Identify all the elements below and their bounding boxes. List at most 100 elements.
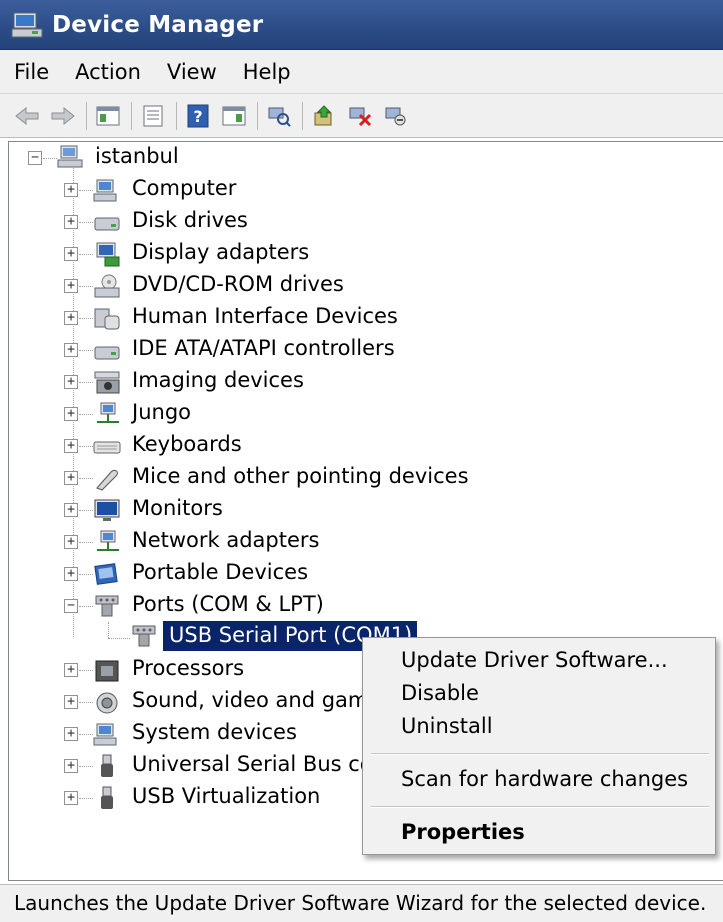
processor-icon (93, 658, 121, 684)
menu-separator (371, 806, 709, 808)
tree-item-dvd-cd-rom-drives[interactable]: DVD/CD-ROM drives (132, 272, 344, 296)
expand-toggle[interactable]: + (64, 215, 78, 229)
tree-line (79, 222, 93, 223)
update-driver-icon[interactable] (309, 101, 339, 131)
expand-toggle[interactable]: + (64, 439, 78, 453)
expand-toggle[interactable]: + (64, 343, 78, 357)
show-hide-console-tree-icon[interactable] (93, 101, 123, 131)
tree-item-sound-video-and-game[interactable]: Sound, video and game (132, 688, 381, 712)
status-text: Launches the Update Driver Software Wiza… (14, 891, 707, 915)
title-bar[interactable]: Device Manager (0, 0, 723, 50)
tree-item-ide-ata-atapi-controllers[interactable]: IDE ATA/ATAPI controllers (132, 336, 395, 360)
tree-item-computer[interactable]: Computer (132, 176, 236, 200)
expand-toggle[interactable]: + (64, 535, 78, 549)
help-icon[interactable]: ? (183, 101, 213, 131)
context-menu: Update Driver Software... Disable Uninst… (362, 637, 716, 855)
tree-line (79, 542, 93, 543)
toolbar-separator (302, 101, 303, 130)
port-icon (130, 624, 158, 650)
tree-item-keyboards[interactable]: Keyboards (132, 432, 242, 456)
tree-line (79, 446, 93, 447)
mouse-icon (93, 466, 121, 492)
tree-item-network-adapters[interactable]: Network adapters (132, 528, 319, 552)
tree-line (79, 286, 93, 287)
toolbar-separator (131, 101, 132, 130)
tree-line (79, 510, 93, 511)
monitor-icon (93, 498, 121, 524)
tree-item-imaging-devices[interactable]: Imaging devices (132, 368, 304, 392)
tree-item-system-devices[interactable]: System devices (132, 720, 297, 744)
collapse-toggle[interactable]: − (28, 151, 42, 165)
tree-item-universal-serial-bus-cont[interactable]: Universal Serial Bus cont (132, 752, 394, 776)
usb-icon (93, 754, 121, 780)
tree-line (79, 574, 93, 575)
tree-item-jungo[interactable]: Jungo (132, 400, 191, 424)
tree-line (79, 606, 93, 607)
properties-icon[interactable] (138, 101, 168, 131)
menu-item-properties[interactable]: Properties (401, 820, 525, 844)
menu-item-uninstall[interactable]: Uninstall (401, 714, 493, 738)
dvd-drive-icon (93, 274, 121, 300)
toolbar-separator (86, 101, 87, 130)
scan-hardware-icon[interactable] (264, 101, 294, 131)
tree-line (79, 798, 93, 799)
sound-icon (93, 690, 121, 716)
tree-item-processors[interactable]: Processors (132, 656, 244, 680)
expand-toggle[interactable]: + (64, 759, 78, 773)
toolbar-separator (176, 101, 177, 130)
tree-item-usb-virtualization[interactable]: USB Virtualization (132, 784, 320, 808)
tree-line (79, 766, 93, 767)
camera-icon (93, 370, 121, 396)
expand-toggle[interactable]: + (64, 695, 78, 709)
status-bar: Launches the Update Driver Software Wiza… (0, 884, 723, 922)
expand-toggle[interactable]: + (64, 567, 78, 581)
show-action-pane-icon[interactable] (219, 101, 249, 131)
expand-toggle[interactable]: + (64, 375, 78, 389)
tree-root-label[interactable]: istanbul (95, 144, 179, 168)
back-icon[interactable] (12, 101, 42, 131)
network-icon (93, 402, 121, 428)
disk-drive-icon (93, 210, 121, 236)
expand-toggle[interactable]: + (64, 183, 78, 197)
tree-line (79, 734, 93, 735)
tree-item-ports-com-lpt[interactable]: Ports (COM & LPT) (132, 592, 324, 616)
collapse-toggle[interactable]: − (64, 599, 78, 613)
expand-toggle[interactable]: + (64, 407, 78, 421)
toolbar: ? (0, 94, 723, 138)
tree-line (79, 382, 93, 383)
tree-item-monitors[interactable]: Monitors (132, 496, 223, 520)
menu-item-update-driver[interactable]: Update Driver Software... (401, 648, 668, 672)
svg-text:?: ? (193, 107, 202, 126)
expand-toggle[interactable]: + (64, 471, 78, 485)
expand-toggle[interactable]: + (64, 311, 78, 325)
expand-toggle[interactable]: + (64, 279, 78, 293)
portable-device-icon (93, 562, 121, 588)
menu-item-disable[interactable]: Disable (401, 681, 479, 705)
expand-toggle[interactable]: + (64, 663, 78, 677)
expand-toggle[interactable]: + (64, 503, 78, 517)
port-icon (93, 594, 121, 620)
tree-line (79, 254, 93, 255)
expand-toggle[interactable]: + (64, 727, 78, 741)
menu-file[interactable]: File (14, 60, 49, 84)
tree-item-human-interface-devices[interactable]: Human Interface Devices (132, 304, 398, 328)
tree-line (79, 478, 93, 479)
tree-item-mice-and-other-pointing-devices[interactable]: Mice and other pointing devices (132, 464, 469, 488)
menu-view[interactable]: View (167, 60, 217, 84)
expand-toggle[interactable]: + (64, 791, 78, 805)
disable-device-icon[interactable] (345, 101, 375, 131)
uninstall-device-icon[interactable] (381, 101, 411, 131)
network-icon (93, 530, 121, 556)
window-title: Device Manager (52, 11, 264, 38)
menu-help[interactable]: Help (243, 60, 291, 84)
tree-item-display-adapters[interactable]: Display adapters (132, 240, 309, 264)
menu-item-scan-hardware[interactable]: Scan for hardware changes (401, 767, 688, 791)
menu-action[interactable]: Action (75, 60, 141, 84)
tree-line (108, 638, 130, 639)
usb-icon (93, 786, 121, 812)
tree-item-portable-devices[interactable]: Portable Devices (132, 560, 308, 584)
tree-item-disk-drives[interactable]: Disk drives (132, 208, 248, 232)
computer-icon (93, 178, 121, 204)
forward-icon[interactable] (48, 101, 78, 131)
expand-toggle[interactable]: + (64, 247, 78, 261)
